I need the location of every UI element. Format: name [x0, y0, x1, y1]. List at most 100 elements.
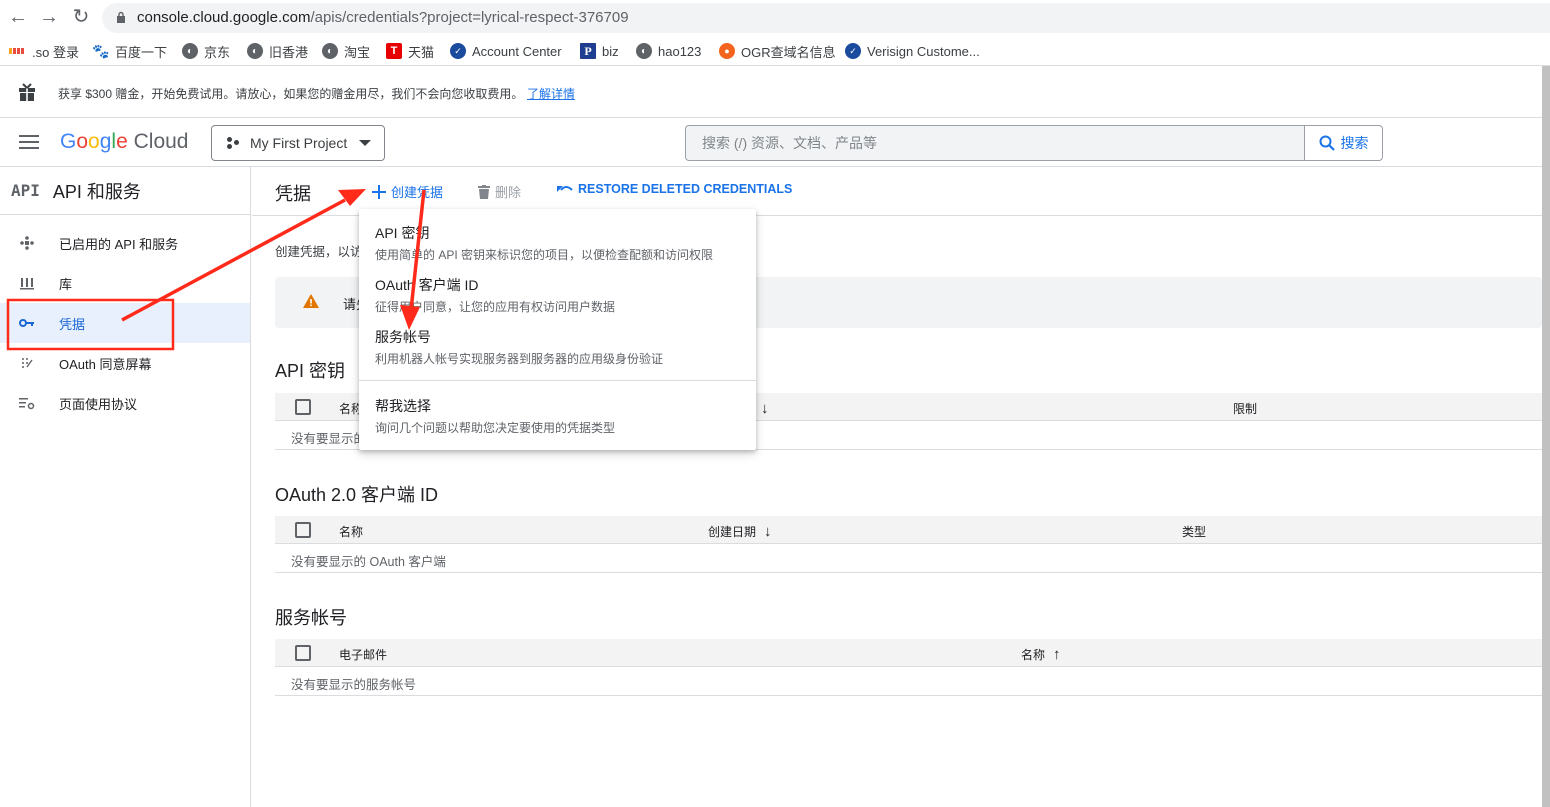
bookmark-label: OGR查域名信息 — [741, 44, 836, 60]
sidebar-item-label: 库 — [59, 276, 73, 292]
bookmark-old-hk[interactable]: ◐ 旧香港 — [247, 41, 308, 61]
bookmark-so[interactable]: .so 登录 — [8, 41, 79, 61]
select-all-checkbox[interactable] — [295, 522, 311, 538]
globe-icon: ◐ — [182, 43, 198, 59]
sort-down-icon: ↓ — [761, 399, 769, 417]
globe-icon: ◐ — [247, 43, 263, 59]
search-icon — [1319, 135, 1335, 151]
empty-row: 没有要显示的 OAuth 客户端 — [275, 544, 1542, 573]
logo-letter: o — [76, 130, 89, 153]
create-credentials-button[interactable]: 创建凭据 — [372, 182, 443, 201]
verisign-icon: ✓ — [845, 43, 861, 59]
page-scrollbar[interactable] — [1542, 66, 1550, 807]
menu-item-title: 帮我选择 — [375, 398, 431, 414]
bookmark-jd[interactable]: ◐ 京东 — [182, 41, 230, 61]
reload-button[interactable]: ↻ — [69, 6, 93, 30]
select-all-checkbox[interactable] — [295, 399, 311, 415]
column-header-type[interactable]: 类型 — [1182, 523, 1206, 540]
logo-letter: g — [99, 130, 112, 153]
menu-icon[interactable] — [19, 135, 39, 149]
delete-button[interactable]: 删除 — [478, 182, 521, 201]
create-credentials-label: 创建凭据 — [391, 185, 444, 200]
column-header-email[interactable]: 电子邮件 — [339, 646, 387, 663]
search-input[interactable] — [686, 126, 1306, 160]
key-icon — [19, 315, 35, 331]
bookmark-ogr[interactable]: ● OGR查域名信息 — [719, 41, 836, 61]
sidebar-item-oauth-consent[interactable]: OAuth 同意屏幕 — [0, 343, 250, 383]
restore-deleted-credentials-button[interactable]: RESTORE DELETED CREDENTIALS — [557, 182, 792, 196]
sidebar-item-label: OAuth 同意屏幕 — [59, 356, 152, 372]
bookmark-biz[interactable]: Pbiz — [580, 41, 619, 61]
menu-item-description: 使用简单的 API 密钥来标识您的项目，以便检查配额和访问权限 — [375, 248, 714, 262]
menu-item-help-me-choose[interactable]: 帮我选择 询问几个问题以帮助您决定要使用的凭据类型 — [359, 396, 756, 436]
bookmark-label: Verisign Custome... — [867, 43, 980, 59]
menu-item-description: 利用机器人帐号实现服务器到服务器的应用级身份验证 — [375, 352, 664, 366]
logo-letter: G — [60, 130, 77, 153]
forward-button[interactable]: → — [37, 6, 61, 30]
service-accounts-table: 电子邮件 名称 ↑ 没有要显示的服务帐号 — [275, 639, 1542, 696]
bookmark-label: 天猫 — [408, 44, 435, 60]
address-bar[interactable]: console.cloud.google.com/apis/credential… — [102, 3, 1550, 33]
column-label: 创建日期 — [708, 525, 757, 539]
sidebar-item-enabled-apis[interactable]: 已启用的 API 和服务 — [0, 223, 250, 263]
delete-label: 删除 — [495, 185, 522, 200]
bookmark-label: Account Center — [472, 43, 562, 59]
left-sidebar: API API 和服务 已启用的 API 和服务 库 凭据 OAuth 同意屏幕… — [0, 167, 251, 807]
bookmark-verisign[interactable]: ✓ Verisign Custome... — [845, 41, 980, 61]
sidebar-item-page-agreement[interactable]: 页面使用协议 — [0, 383, 250, 423]
api-logo-icon: API — [11, 181, 40, 200]
column-label: 电子邮件 — [339, 648, 388, 662]
api-dashboard-icon — [19, 235, 35, 251]
column-header-name[interactable]: 名称 ↑ — [1021, 646, 1061, 663]
column-header-restrictions[interactable]: 限制 — [1233, 400, 1257, 417]
sidebar-title: API 和服务 — [52, 181, 141, 202]
sidebar-item-library[interactable]: 库 — [0, 263, 250, 303]
logo-cloud-text: Cloud — [133, 130, 189, 153]
warning-icon — [303, 294, 319, 308]
console-header: Google Cloud My First Project 搜索 — [0, 118, 1542, 167]
oauth-table: 名称 创建日期 ↓ 类型 没有要显示的 OAuth 客户端 — [275, 516, 1542, 573]
bookmark-account-center[interactable]: ✓ Account Center — [450, 41, 562, 61]
google-cloud-logo[interactable]: Google Cloud — [60, 130, 188, 154]
sidebar-item-credentials[interactable]: 凭据 — [0, 303, 250, 343]
search-button[interactable]: 搜索 — [1304, 126, 1382, 160]
menu-item-service-account[interactable]: 服务帐号 利用机器人帐号实现服务器到服务器的应用级身份验证 — [359, 327, 756, 367]
baidu-paw-icon: 🐾 — [92, 42, 110, 59]
sort-up-icon: ↑ — [1053, 645, 1061, 663]
search-button-label: 搜索 — [1340, 135, 1369, 151]
back-button[interactable]: ← — [6, 6, 30, 30]
trash-icon — [478, 184, 490, 199]
bookmark-baidu[interactable]: 🐾 百度一下 — [92, 41, 167, 61]
verisign-icon: ✓ — [450, 43, 466, 59]
select-all-checkbox[interactable] — [295, 645, 311, 661]
learn-more-link[interactable]: 了解详情 — [527, 85, 575, 102]
so-icon — [8, 43, 26, 59]
project-selector[interactable]: My First Project — [211, 125, 385, 161]
bookmark-taobao[interactable]: ◐ 淘宝 — [322, 41, 370, 61]
column-header-name[interactable]: 名称 — [339, 523, 363, 540]
url-path: /apis/credentials?project=lyrical-respec… — [310, 9, 629, 26]
menu-item-title: OAuth 客户端 ID — [375, 277, 479, 293]
restore-label: RESTORE DELETED CREDENTIALS — [578, 182, 793, 196]
column-label: 名称 — [1021, 648, 1046, 662]
menu-item-oauth-client-id[interactable]: OAuth 客户端 ID 征得用户同意，让您的应用有权访问用户数据 — [359, 275, 756, 315]
bookmarks-bar: .so 登录 🐾 百度一下 ◐ 京东 ◐ 旧香港 ◐ 淘宝 T 天猫 ✓ Account C… — [0, 36, 1550, 66]
table-header: 名称 创建日期 ↓ 类型 — [275, 516, 1542, 544]
sidebar-header: API API 和服务 — [0, 167, 250, 215]
bookmark-hao123[interactable]: ◐ hao123 — [636, 41, 701, 61]
logo-letter: e — [116, 130, 128, 153]
bookmark-tmall[interactable]: T 天猫 — [386, 41, 434, 61]
menu-item-title: API 密钥 — [375, 225, 430, 241]
bookmark-label: 淘宝 — [344, 44, 371, 60]
sort-down-icon: ↓ — [764, 522, 772, 540]
column-header-created[interactable]: 创建日期 ↓ — [708, 523, 772, 540]
ogr-icon: ● — [719, 43, 735, 59]
caret-down-icon — [359, 140, 372, 146]
bookmark-label: hao123 — [658, 43, 702, 59]
menu-item-api-key[interactable]: API 密钥 使用简单的 API 密钥来标识您的项目，以便检查配额和访问权限 — [359, 223, 756, 263]
search-box: 搜索 — [685, 125, 1383, 161]
bookmark-label: biz — [602, 43, 619, 59]
oauth-heading: OAuth 2.0 客户端 ID — [275, 485, 439, 505]
gift-icon — [19, 83, 35, 101]
service-accounts-heading: 服务帐号 — [275, 608, 347, 628]
